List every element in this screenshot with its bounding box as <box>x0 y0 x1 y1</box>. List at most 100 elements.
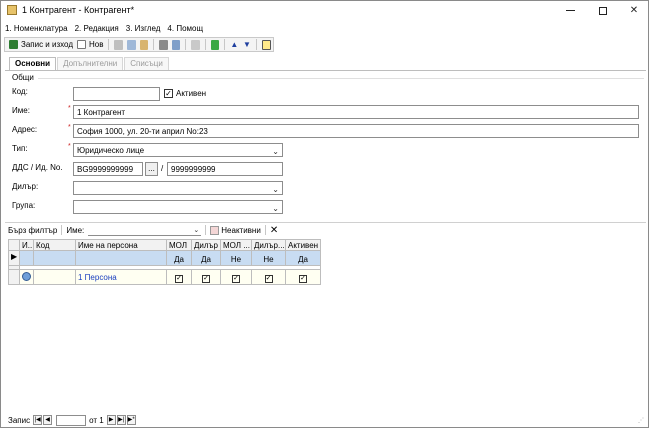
dealer-checkbox[interactable]: ✓ <box>202 275 210 283</box>
col-header-dealer2[interactable]: Дилър... <box>252 240 286 251</box>
type-value: Юридическо лице <box>77 146 145 155</box>
cut-icon[interactable] <box>114 39 123 50</box>
filter-cell-mol2[interactable]: Не <box>221 251 252 266</box>
title-bar: 1 Контрагент - Контрагент* ✕ <box>1 1 648 20</box>
save-close-button[interactable]: Запис и изход <box>7 38 75 51</box>
col-header-mol[interactable]: МОЛ <box>167 240 192 251</box>
group-label: Група: <box>12 201 36 210</box>
chevron-down-icon: ⌄ <box>272 185 279 194</box>
filter-cell-mol[interactable]: Да <box>167 251 192 266</box>
id-number-input[interactable]: 9999999999 <box>167 162 283 176</box>
type-select[interactable]: Юридическо лице ⌄ <box>73 143 283 157</box>
first-record-button[interactable]: |◀ <box>33 415 43 425</box>
last-record-button[interactable]: ▶| <box>116 415 126 425</box>
delete-icon[interactable] <box>191 39 200 50</box>
menu-item-view[interactable]: 3. Изглед <box>126 24 161 33</box>
quick-filter-label[interactable]: Бърз филтър <box>8 226 57 235</box>
close-icon: ✕ <box>629 5 639 16</box>
cell-mol[interactable]: ✓ <box>167 270 192 285</box>
mol-checkbox[interactable]: ✓ <box>175 275 183 283</box>
cell-dealer2[interactable]: ✓ <box>252 270 286 285</box>
help-icon[interactable] <box>262 39 271 50</box>
dealer-select[interactable]: ⌄ <box>73 181 283 195</box>
next-record-button[interactable]: ▶ <box>106 415 116 425</box>
grid-header: И... Код Име на персона МОЛ Дилър МОЛ ..… <box>8 239 321 251</box>
active-row-checkbox[interactable]: ✓ <box>299 275 307 283</box>
toolbar-separator <box>224 39 226 50</box>
window-title: 1 Контрагент - Контрагент* <box>22 5 135 15</box>
cell-dealer[interactable]: ✓ <box>192 270 221 285</box>
new-record-button[interactable]: ▶* <box>126 415 136 425</box>
menu-item-edit[interactable]: 2. Редакция <box>75 24 119 33</box>
group-general-label: Общи <box>12 73 34 82</box>
mol2-checkbox[interactable]: ✓ <box>232 275 240 283</box>
filter-cell-dealer[interactable]: Да <box>192 251 221 266</box>
address-label: Адрес: <box>12 125 38 134</box>
col-header-dealer[interactable]: Дилър <box>192 240 221 251</box>
filter-separator <box>264 225 266 235</box>
print-preview-icon[interactable] <box>171 39 181 50</box>
toolbar-separator <box>108 39 110 50</box>
tab-main[interactable]: Основни <box>9 57 57 70</box>
save-close-label: Запис и изход <box>21 40 73 49</box>
paste-icon[interactable] <box>139 39 149 50</box>
inactive-filter-icon <box>210 225 220 235</box>
required-mark: * <box>68 124 71 131</box>
filter-cell[interactable] <box>34 251 76 266</box>
chevron-down-icon: ⌄ <box>272 147 279 156</box>
new-button[interactable]: Нов <box>75 38 105 51</box>
table-row[interactable]: 1 Персона ✓ ✓ ✓ ✓ ✓ <box>8 270 321 285</box>
filter-separator <box>205 225 207 235</box>
close-button[interactable]: ✕ <box>621 1 647 20</box>
minimize-button[interactable] <box>557 1 583 20</box>
tab-additional[interactable]: Допълнителни <box>57 57 124 70</box>
toolbar-separator <box>204 39 206 50</box>
code-input[interactable] <box>73 87 160 101</box>
move-down-icon[interactable]: ▼ <box>243 40 252 50</box>
cell-code[interactable] <box>34 270 76 285</box>
menu-item-nomenclature[interactable]: 1. Номенклатура <box>5 24 68 33</box>
grid-filter-row: ▶ Да Да Не Не Да <box>8 251 321 266</box>
clear-filter-icon[interactable]: ✕ <box>270 225 278 236</box>
col-header-active[interactable]: Активен <box>286 240 321 251</box>
record-number-input[interactable] <box>56 414 87 426</box>
print-icon[interactable] <box>159 39 168 50</box>
address-input[interactable]: София 1000, ул. 20-ти април No:23 <box>73 124 639 138</box>
col-header-icon[interactable]: И... <box>20 240 34 251</box>
col-header-name[interactable]: Име на персона <box>76 240 167 251</box>
copy-icon[interactable] <box>126 39 136 50</box>
name-input[interactable]: 1 Контрагент <box>73 105 639 119</box>
window: 1 Контрагент - Контрагент* ✕ 1. Номенкла… <box>0 0 649 428</box>
group-select[interactable]: ⌄ <box>73 200 283 214</box>
cell-mol2[interactable]: ✓ <box>221 270 252 285</box>
code-label: Код: <box>12 87 28 96</box>
refresh-icon[interactable] <box>210 39 220 50</box>
filter-cell[interactable] <box>76 251 167 266</box>
maximize-button[interactable] <box>590 1 616 20</box>
cell-name[interactable]: 1 Персона <box>76 270 167 285</box>
dealer2-checkbox[interactable]: ✓ <box>264 275 273 283</box>
row-marker-icon: ▶ <box>11 252 18 261</box>
menu-item-help[interactable]: 4. Помощ <box>167 24 203 33</box>
move-up-icon[interactable]: ▲ <box>230 40 239 50</box>
active-checkbox[interactable]: ✓ <box>164 89 173 98</box>
tab-lists[interactable]: Списъци <box>124 57 169 70</box>
record-count-label: от 1 <box>89 415 104 425</box>
col-header-code[interactable]: Код <box>34 240 76 251</box>
group-divider <box>38 78 644 79</box>
record-navigator: Запис |◀ ◀ от 1 ▶ ▶| ▶* <box>8 414 137 426</box>
filter-name-input[interactable]: ⌄ <box>88 225 202 236</box>
filter-cell[interactable] <box>20 251 34 266</box>
filter-cell-active[interactable]: Да <box>286 251 321 266</box>
filter-cell-dealer2[interactable]: Не <box>252 251 286 266</box>
cell-active[interactable]: ✓ <box>286 270 321 285</box>
inactive-button[interactable]: Неактивни <box>221 226 261 235</box>
vat-input[interactable]: BG9999999999 <box>73 162 143 176</box>
prev-record-button[interactable]: ◀ <box>43 415 53 425</box>
tab-strip: Основни Допълнителни Списъци <box>9 57 170 70</box>
col-header-mol2[interactable]: МОЛ ... <box>221 240 252 251</box>
vat-lookup-button[interactable]: ... <box>145 162 158 176</box>
required-mark: * <box>68 105 71 112</box>
resize-grip-icon[interactable]: ⋰ <box>638 417 646 425</box>
name-label: Име: <box>12 106 30 115</box>
